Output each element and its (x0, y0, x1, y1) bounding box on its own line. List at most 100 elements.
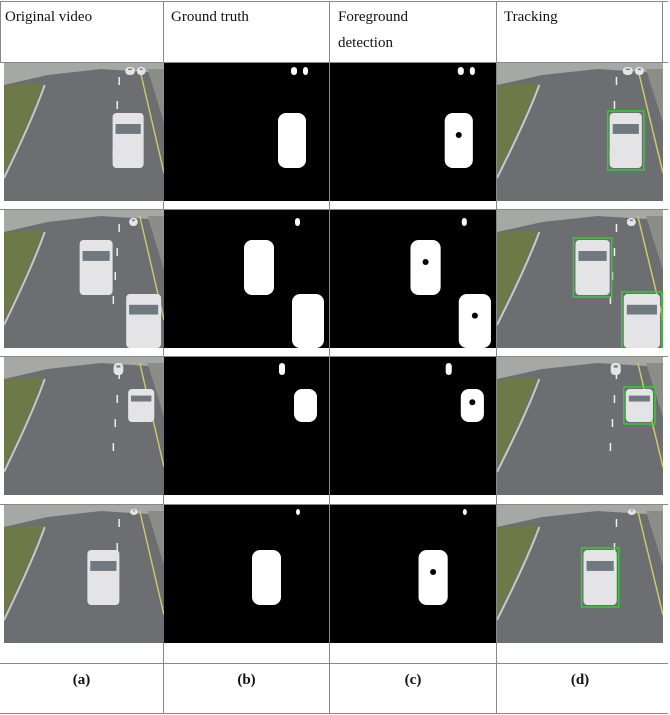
car (125, 67, 135, 75)
foreground-blob (279, 363, 285, 375)
col-divider (0, 1, 1, 63)
original-frame (4, 63, 164, 201)
mask-hole (471, 312, 478, 319)
foreground-blob (469, 67, 475, 75)
car-windshield (613, 365, 618, 368)
header-foreground-detection: Foreground detection (338, 9, 408, 51)
car (575, 240, 610, 295)
foreground-mask (330, 357, 496, 495)
lane-mark (118, 77, 120, 85)
car-windshield (132, 510, 135, 512)
car (136, 67, 146, 75)
lane-mark (116, 543, 118, 551)
label-a: (a) (72, 672, 91, 688)
foreground-blob (292, 294, 324, 348)
lane-mark (613, 248, 616, 256)
car (126, 294, 162, 348)
car (79, 240, 113, 295)
foreground-blob (296, 509, 300, 515)
lane-mark (112, 443, 115, 451)
foreground-blob (445, 363, 452, 375)
header-tracking: Tracking (504, 9, 558, 25)
car (113, 363, 124, 375)
mask-hole (455, 132, 462, 138)
mask-background (164, 357, 329, 495)
lane-mark (112, 296, 115, 304)
lane-mark (611, 419, 614, 427)
car-windshield (578, 251, 607, 261)
foreground-blob (457, 67, 464, 75)
ground-truth-mask (164, 505, 329, 643)
lane-mark (114, 419, 116, 427)
label-divider (0, 663, 668, 664)
mask-background (164, 505, 329, 643)
foreground-blob (444, 113, 473, 168)
foreground-blob (278, 113, 306, 168)
car (622, 67, 633, 75)
lane-mark (116, 395, 118, 403)
car-windshield (612, 124, 639, 134)
original-frame (4, 210, 164, 348)
tracking-frame (497, 505, 663, 643)
road (497, 357, 663, 495)
col-divider (662, 1, 663, 63)
lane-mark (615, 77, 618, 85)
car (609, 113, 642, 168)
foreground-blob (458, 294, 491, 348)
car-windshield (90, 561, 117, 571)
foreground-blob (462, 509, 467, 515)
label-b: (b) (237, 672, 256, 688)
foreground-mask (330, 505, 496, 643)
car-windshield (129, 304, 159, 315)
car-windshield (626, 304, 657, 315)
foreground-blob (461, 218, 467, 226)
lane-mark (116, 248, 118, 256)
car-windshield (115, 124, 141, 134)
ground-truth-mask (164, 63, 329, 201)
car-windshield (628, 395, 650, 402)
car-windshield (637, 68, 641, 71)
ground-truth-mask (164, 357, 329, 495)
foreground-mask (330, 210, 496, 348)
foreground-blob (418, 550, 448, 605)
lane-mark (613, 395, 616, 403)
car-windshield (625, 68, 630, 71)
mask-hole (469, 399, 476, 406)
car-windshield (128, 68, 132, 71)
car (112, 113, 144, 168)
foreground-blob (294, 389, 317, 422)
mask-background (330, 505, 496, 643)
lane-mark (118, 224, 120, 232)
original-frame (4, 505, 164, 643)
foreground-blob (252, 550, 281, 605)
car-windshield (132, 219, 135, 222)
lane-mark (118, 519, 120, 527)
road (4, 357, 164, 495)
table-border-bottom (0, 713, 668, 714)
mask-hole (422, 259, 429, 265)
car-windshield (131, 395, 152, 402)
lane-mark (609, 443, 612, 451)
car (623, 294, 660, 348)
lane-mark (615, 224, 618, 232)
lane-mark (613, 543, 616, 551)
mask-hole (430, 569, 437, 575)
car (130, 509, 138, 515)
mask-background (330, 357, 496, 495)
foreground-blob (244, 240, 274, 295)
table-border-top (0, 1, 668, 2)
car (583, 550, 617, 605)
lane-mark (114, 272, 116, 280)
header-original-video: Original video (5, 9, 93, 25)
car (610, 363, 621, 375)
lane-mark (615, 519, 618, 527)
road (497, 505, 663, 643)
car (129, 218, 138, 226)
car-windshield (629, 219, 633, 222)
car (626, 218, 636, 226)
car (625, 389, 653, 422)
foreground-blob (303, 67, 308, 75)
car (128, 389, 155, 422)
header-ground-truth: Ground truth (171, 9, 249, 25)
ground-truth-mask (164, 210, 329, 348)
